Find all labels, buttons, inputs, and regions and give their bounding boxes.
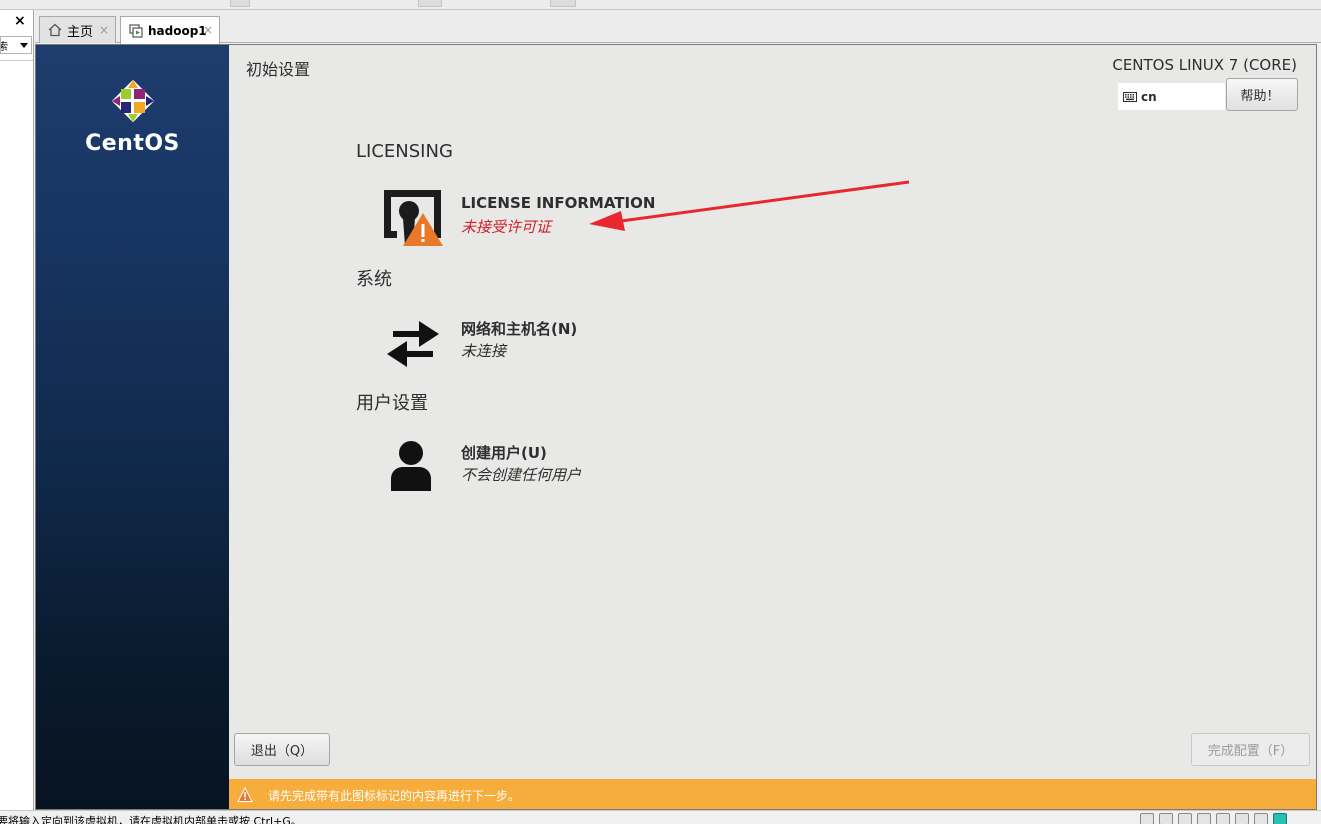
category-system: 系统 bbox=[356, 269, 392, 290]
device-icons bbox=[1140, 813, 1287, 824]
home-icon bbox=[48, 23, 62, 37]
page-title: 初始设置 bbox=[246, 60, 311, 79]
category-licensing: LICENSING bbox=[356, 141, 453, 162]
help-button[interactable]: 帮助！ bbox=[1226, 78, 1298, 111]
top-toolbar-strip bbox=[0, 0, 1321, 10]
library-search-dropdown-value: 索 bbox=[1, 38, 8, 53]
network-adapter-icon[interactable] bbox=[1178, 813, 1192, 824]
chevron-down-icon bbox=[20, 43, 28, 48]
help-button-label: 帮助！ bbox=[1240, 89, 1280, 104]
centos-logo-icon bbox=[111, 79, 155, 123]
library-panel: × 索 bbox=[0, 10, 34, 810]
warning-icon bbox=[237, 787, 253, 802]
spoke-network-hostname[interactable]: 网络和主机名(N) 未连接 bbox=[381, 312, 701, 376]
toolbar-stub bbox=[230, 0, 250, 7]
finish-configuration-button[interactable]: 完成配置（F） bbox=[1191, 733, 1310, 766]
spoke-title: LICENSE INFORMATION bbox=[461, 194, 656, 212]
vm-screen[interactable]: CentOS 初始设置 CENTOS LINUX 7 (CORE) cn 帮助！ bbox=[35, 44, 1317, 810]
spoke-status: 不会创建任何用户 bbox=[461, 466, 582, 484]
hard-disk-icon[interactable] bbox=[1140, 813, 1154, 824]
os-title: CENTOS LINUX 7 (CORE) bbox=[1112, 56, 1297, 74]
installer-sidebar: CentOS bbox=[36, 45, 229, 809]
close-icon[interactable]: × bbox=[99, 23, 109, 37]
printer-icon[interactable] bbox=[1235, 813, 1249, 824]
message-log-icon[interactable] bbox=[1273, 813, 1287, 824]
user-icon bbox=[391, 441, 431, 491]
keyboard-icon bbox=[1123, 91, 1137, 102]
keyboard-layout-label: cn bbox=[1141, 89, 1157, 104]
tab-label: hadoop1 bbox=[148, 23, 207, 38]
keyboard-layout-indicator[interactable]: cn bbox=[1118, 83, 1225, 110]
spoke-status: 未接受许可证 bbox=[461, 218, 552, 236]
spoke-status: 未连接 bbox=[461, 342, 507, 360]
tab-home[interactable]: 主页 × bbox=[39, 16, 116, 43]
status-text: 要将输入定向到该虚拟机，请在虚拟机内部单击或按 Ctrl+G。 bbox=[0, 815, 302, 824]
status-bar: 要将输入定向到该虚拟机，请在虚拟机内部单击或按 Ctrl+G。 bbox=[0, 810, 1321, 824]
network-arrows-icon bbox=[387, 321, 439, 367]
library-search-dropdown[interactable]: 索 bbox=[0, 36, 32, 54]
tab-hadoop1[interactable]: hadoop1 × bbox=[120, 16, 220, 44]
library-close-button[interactable]: × bbox=[14, 12, 26, 30]
tab-label: 主页 bbox=[67, 24, 94, 40]
brand-name: CentOS bbox=[85, 131, 180, 156]
quit-button[interactable]: 退出（Q） bbox=[234, 733, 330, 766]
toolbar-stub bbox=[418, 0, 442, 7]
vm-icon bbox=[129, 23, 143, 38]
spoke-create-user[interactable]: 创建用户(U) 不会创建任何用户 bbox=[381, 436, 701, 500]
usb-icon[interactable] bbox=[1197, 813, 1211, 824]
license-warning-icon bbox=[384, 190, 443, 246]
display-icon[interactable] bbox=[1254, 813, 1268, 824]
installer-main: 初始设置 CENTOS LINUX 7 (CORE) cn 帮助！ LICENS… bbox=[229, 45, 1316, 809]
tab-bar: 主页 × hadoop1 × bbox=[35, 10, 1321, 44]
warning-message: 请先完成带有此图标标记的内容再进行下一步。 bbox=[268, 788, 521, 803]
toolbar-stub bbox=[550, 0, 576, 7]
spoke-license-information[interactable]: LICENSE INFORMATION 未接受许可证 bbox=[381, 188, 701, 252]
warning-bar: 请先完成带有此图标标记的内容再进行下一步。 bbox=[229, 779, 1316, 809]
spoke-title: 创建用户(U) bbox=[461, 444, 547, 462]
vmware-window: × 索 主页 × hadoop1 × bbox=[0, 0, 1321, 824]
library-tree[interactable] bbox=[0, 60, 33, 808]
close-icon[interactable]: × bbox=[203, 23, 213, 37]
sound-icon[interactable] bbox=[1216, 813, 1230, 824]
category-user-settings: 用户设置 bbox=[356, 393, 428, 414]
cd-rom-icon[interactable] bbox=[1159, 813, 1173, 824]
spoke-title: 网络和主机名(N) bbox=[461, 320, 578, 338]
